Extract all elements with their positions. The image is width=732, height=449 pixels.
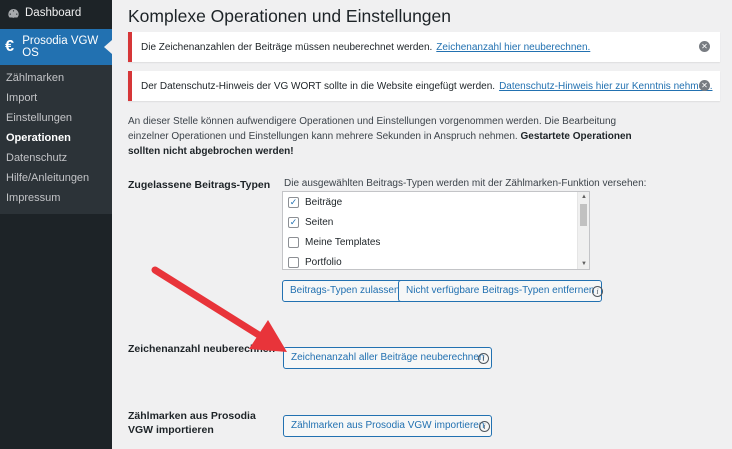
notice-privacy: Der Datenschutz-Hinweis der VG WORT soll… xyxy=(128,71,720,101)
post-type-option[interactable]: Meine Templates xyxy=(283,233,589,252)
remove-post-types-button[interactable]: Nicht verfügbare Beitrags-Typen entferne… xyxy=(398,280,603,302)
allow-post-types-button[interactable]: Beitrags-Typen zulassen xyxy=(282,280,408,302)
recalc-label: Zeichenanzahl neuberechnen xyxy=(128,343,276,355)
scroll-down-icon[interactable]: ▼ xyxy=(581,261,587,267)
admin-sidebar: Dashboard € Prosodia VGW OS Zählmarken I… xyxy=(0,0,112,449)
import-label: Zählmarken aus Prosodia VGW importieren xyxy=(128,410,256,436)
post-type-option[interactable]: ✓ Beiträge xyxy=(283,193,589,212)
dismiss-icon[interactable]: ✕ xyxy=(699,80,710,91)
import-button[interactable]: Zählmarken aus Prosodia VGW importieren xyxy=(283,415,493,437)
info-icon[interactable]: i xyxy=(478,353,489,364)
sidebar-item-zaehlmarken[interactable]: Zählmarken xyxy=(0,68,112,88)
info-icon[interactable]: i xyxy=(479,421,490,432)
checkbox-icon[interactable] xyxy=(288,237,299,248)
info-icon[interactable]: i xyxy=(592,286,603,297)
notice-text: Der Datenschutz-Hinweis der VG WORT soll… xyxy=(141,80,496,92)
checkbox-icon[interactable] xyxy=(288,257,299,268)
intro-text: An dieser Stelle können aufwendigere Ope… xyxy=(128,116,632,157)
notice-link-privacy[interactable]: Datenschutz-Hinweis hier zur Kenntnis ne… xyxy=(499,81,712,92)
dashboard-icon xyxy=(6,6,20,20)
post-types-listbox[interactable]: ✓ Beiträge ✓ Seiten Meine Templates Port… xyxy=(282,191,590,270)
sidebar-item-impressum[interactable]: Impressum xyxy=(0,188,112,208)
scroll-thumb[interactable] xyxy=(580,204,587,226)
recalc-button[interactable]: Zeichenanzahl aller Beiträge neuberechne… xyxy=(283,347,493,369)
sidebar-item-prosodia[interactable]: € Prosodia VGW OS xyxy=(0,29,112,65)
post-types-label: Zugelassene Beitrags-Typen xyxy=(128,179,271,191)
page-title: Komplexe Operationen und Einstellungen xyxy=(128,6,451,26)
euro-icon: € xyxy=(5,38,15,55)
sidebar-item-datenschutz[interactable]: Datenschutz xyxy=(0,148,112,168)
dismiss-icon[interactable]: ✕ xyxy=(699,41,710,52)
notice-text: Die Zeichenanzahlen der Beiträge müssen … xyxy=(141,41,433,53)
checkbox-checked-icon[interactable]: ✓ xyxy=(288,197,299,208)
checkbox-checked-icon[interactable]: ✓ xyxy=(288,217,299,228)
post-type-option[interactable]: ✓ Seiten xyxy=(283,213,589,232)
sidebar-item-label: Prosodia VGW OS xyxy=(22,35,99,59)
sidebar-item-hilfe[interactable]: Hilfe/Anleitungen xyxy=(0,168,112,188)
sidebar-item-einstellungen[interactable]: Einstellungen xyxy=(0,108,112,128)
post-types-description: Die ausgewählten Beitrags-Typen werden m… xyxy=(284,178,647,189)
post-type-option[interactable]: Portfolio xyxy=(283,253,589,269)
notice-link-recalc[interactable]: Zeichenanzahl hier neuberechnen. xyxy=(436,42,590,53)
scroll-up-icon[interactable]: ▲ xyxy=(581,194,587,200)
notice-recalc: Die Zeichenanzahlen der Beiträge müssen … xyxy=(128,32,720,62)
sidebar-item-operationen[interactable]: Operationen xyxy=(0,128,112,148)
listbox-scrollbar[interactable]: ▲ ▼ xyxy=(577,192,589,269)
sidebar-item-dashboard[interactable]: Dashboard xyxy=(0,0,112,26)
sidebar-item-label: Dashboard xyxy=(25,7,82,19)
sidebar-item-import[interactable]: Import xyxy=(0,88,112,108)
sidebar-submenu: Zählmarken Import Einstellungen Operatio… xyxy=(0,65,112,214)
